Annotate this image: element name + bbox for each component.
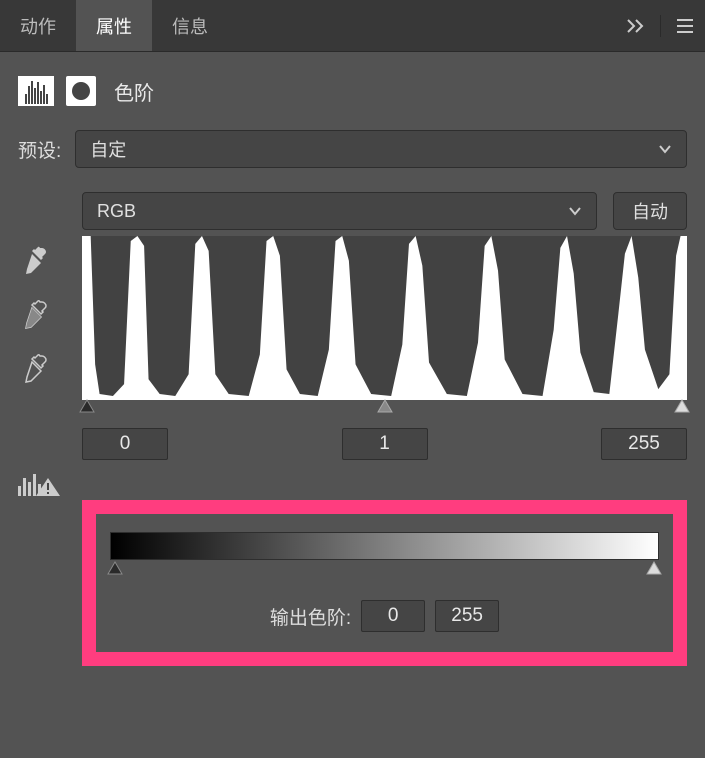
preset-label: 预设: <box>18 136 61 163</box>
channel-select[interactable]: RGB <box>82 192 597 230</box>
input-values-row: 0 1 255 <box>82 418 687 460</box>
chevron-down-icon <box>568 204 582 218</box>
output-label: 输出色阶: <box>270 603 351 630</box>
histogram-warning-icon[interactable] <box>18 468 60 496</box>
mask-icon <box>66 76 96 106</box>
auto-button[interactable]: 自动 <box>613 192 687 230</box>
white-point-input[interactable]: 255 <box>601 428 687 460</box>
mid-point-slider[interactable] <box>376 398 394 414</box>
channel-row: RGB 自动 <box>0 174 705 236</box>
mid-point-input[interactable]: 1 <box>342 428 428 460</box>
preset-select[interactable]: 自定 <box>75 130 687 168</box>
tab-info[interactable]: 信息 <box>152 0 228 51</box>
black-point-input[interactable]: 0 <box>82 428 168 460</box>
output-white-slider[interactable] <box>645 560 663 576</box>
black-point-eyedropper[interactable] <box>18 242 54 278</box>
eyedropper-tools <box>18 236 70 460</box>
panel-title-row: 色阶 <box>0 52 705 124</box>
output-black-slider[interactable] <box>106 560 124 576</box>
output-black-input[interactable]: 0 <box>361 600 425 632</box>
preset-row: 预设: 自定 <box>0 124 705 174</box>
histogram[interactable] <box>82 236 687 400</box>
panel-title: 色阶 <box>114 77 154 106</box>
gray-point-eyedropper[interactable] <box>18 296 54 332</box>
levels-icon <box>18 76 54 106</box>
input-slider-track <box>82 398 687 418</box>
output-slider-track <box>110 560 659 580</box>
tab-bar: 动作 属性 信息 <box>0 0 705 52</box>
expand-button[interactable] <box>614 0 656 51</box>
chevron-down-icon <box>658 142 672 156</box>
output-levels-section: 输出色阶: 0 255 <box>82 500 687 666</box>
output-white-input[interactable]: 255 <box>435 600 499 632</box>
tab-actions[interactable]: 动作 <box>0 0 76 51</box>
output-gradient[interactable] <box>110 532 659 560</box>
black-point-slider[interactable] <box>78 398 96 414</box>
white-point-eyedropper[interactable] <box>18 350 54 386</box>
white-point-slider[interactable] <box>673 398 691 414</box>
panel-menu-icon[interactable] <box>665 0 705 51</box>
tab-properties[interactable]: 属性 <box>76 0 152 51</box>
